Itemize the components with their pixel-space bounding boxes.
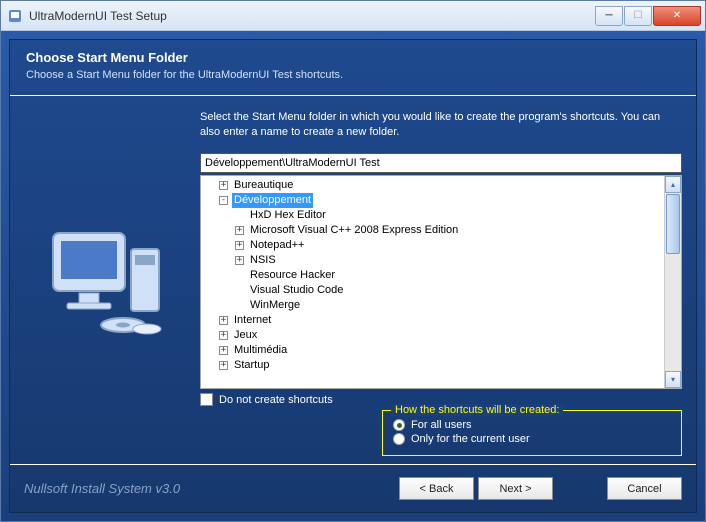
minimize-button[interactable]: ─ (595, 6, 623, 26)
expand-icon[interactable]: + (235, 241, 244, 250)
expand-icon[interactable]: + (219, 181, 228, 190)
tree-row[interactable]: + Notepad++ (205, 238, 677, 253)
tree-item-label[interactable]: Visual Studio Code (248, 283, 345, 298)
maximize-button: ☐ (624, 6, 652, 26)
instruction-text: Select the Start Menu folder in which yo… (200, 110, 682, 141)
setup-window: UltraModernUI Test Setup ─ ☐ ✕ Choose St… (0, 0, 706, 522)
tree-row[interactable]: WinMerge (205, 298, 677, 313)
radio-current-user-row: Only for the current user (393, 433, 671, 445)
expander-blank (235, 301, 244, 310)
tree-item-label[interactable]: Startup (232, 358, 271, 373)
tree-item-label[interactable]: Multimédia (232, 343, 289, 358)
radio-all-users-label: For all users (411, 419, 472, 431)
body: Choose Start Menu Folder Choose a Start … (1, 31, 705, 521)
expander-blank (235, 211, 244, 220)
tree-row[interactable]: + Jeux (205, 328, 677, 343)
tree-row[interactable]: + Multimédia (205, 343, 677, 358)
cancel-button[interactable]: Cancel (607, 477, 682, 500)
titlebar: UltraModernUI Test Setup ─ ☐ ✕ (1, 1, 705, 31)
next-button[interactable]: Next > (478, 477, 553, 500)
main-panel: Select the Start Menu folder in which yo… (200, 96, 696, 464)
radio-all-users-row: For all users (393, 419, 671, 431)
expand-icon[interactable]: + (235, 226, 244, 235)
tree-item-label[interactable]: Resource Hacker (248, 268, 337, 283)
expand-icon[interactable]: + (219, 331, 228, 340)
shortcut-scope-group: How the shortcuts will be created: For a… (382, 410, 682, 456)
tree-row[interactable]: -Développement (205, 193, 677, 208)
page-subtitle: Choose a Start Menu folder for the Ultra… (26, 69, 680, 81)
expand-icon[interactable]: + (219, 316, 228, 325)
expand-icon[interactable]: + (219, 361, 228, 370)
tree-item-label[interactable]: Jeux (232, 328, 259, 343)
radio-all-users[interactable] (393, 419, 405, 431)
scroll-down-button[interactable]: ▾ (665, 371, 681, 388)
window-controls: ─ ☐ ✕ (595, 6, 701, 26)
folder-tree: + Bureautique-DéveloppementHxD Hex Editor… (200, 175, 682, 389)
expand-icon[interactable]: + (235, 256, 244, 265)
tree-row[interactable]: + Internet (205, 313, 677, 328)
close-button[interactable]: ✕ (653, 6, 701, 26)
scroll-thumb[interactable] (666, 194, 680, 254)
tree-row[interactable]: + Bureautique (205, 178, 677, 193)
wizard-footer: Nullsoft Install System v3.0 < Back Next… (10, 464, 696, 512)
no-shortcuts-label: Do not create shortcuts (219, 394, 333, 406)
expand-icon[interactable]: + (219, 346, 228, 355)
inner-frame: Choose Start Menu Folder Choose a Start … (9, 39, 697, 513)
tree-scrollbar[interactable]: ▴ ▾ (664, 176, 681, 388)
tree-row[interactable]: + Microsoft Visual C++ 2008 Express Editi… (205, 223, 677, 238)
content: Select the Start Menu folder in which yo… (10, 96, 696, 464)
tree-body[interactable]: + Bureautique-DéveloppementHxD Hex Editor… (201, 176, 681, 375)
tree-item-label[interactable]: HxD Hex Editor (248, 208, 328, 223)
tree-row[interactable]: + NSIS (205, 253, 677, 268)
radio-current-user[interactable] (393, 433, 405, 445)
expander-blank (235, 286, 244, 295)
expander-blank (235, 271, 244, 280)
footer-brand: Nullsoft Install System v3.0 (24, 481, 395, 496)
tree-item-label[interactable]: WinMerge (248, 298, 302, 313)
app-icon (7, 8, 23, 24)
folder-path-input[interactable] (200, 153, 682, 173)
collapse-icon[interactable]: - (219, 196, 228, 205)
tree-item-label[interactable]: Microsoft Visual C++ 2008 Express Editio… (248, 223, 460, 238)
group-legend: How the shortcuts will be created: (391, 404, 563, 416)
tree-row[interactable]: HxD Hex Editor (205, 208, 677, 223)
no-shortcuts-checkbox[interactable] (200, 393, 213, 406)
tree-row[interactable]: + Startup (205, 358, 677, 373)
side-illustration (10, 96, 200, 464)
tree-item-label[interactable]: NSIS (248, 253, 278, 268)
page-header: Choose Start Menu Folder Choose a Start … (10, 40, 696, 96)
window-title: UltraModernUI Test Setup (29, 9, 595, 23)
page-title: Choose Start Menu Folder (26, 50, 680, 65)
tree-item-label[interactable]: Notepad++ (248, 238, 306, 253)
tree-row[interactable]: Visual Studio Code (205, 283, 677, 298)
tree-row[interactable]: Resource Hacker (205, 268, 677, 283)
tree-item-label[interactable]: Développement (232, 193, 313, 208)
tree-item-label[interactable]: Bureautique (232, 178, 295, 193)
back-button[interactable]: < Back (399, 477, 474, 500)
radio-current-user-label: Only for the current user (411, 433, 530, 445)
tree-item-label[interactable]: Internet (232, 313, 273, 328)
scroll-up-button[interactable]: ▴ (665, 176, 681, 193)
